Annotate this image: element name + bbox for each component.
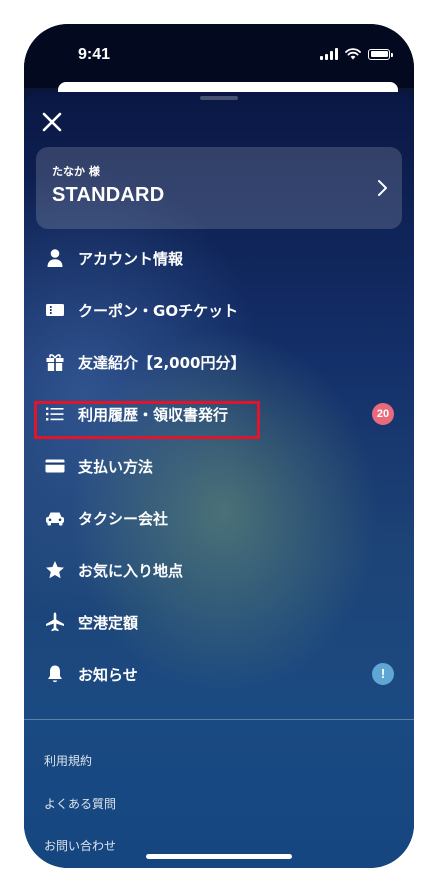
credit-card-icon xyxy=(44,455,66,477)
status-bar: 9:41 xyxy=(24,24,414,88)
menu-label: アカウント情報 xyxy=(78,250,184,268)
menu-item-referral[interactable]: 友達紹介【2,000円分】 xyxy=(24,336,414,388)
chevron-right-icon xyxy=(378,180,387,196)
signal-icon xyxy=(320,48,338,60)
gift-icon xyxy=(44,351,66,373)
terms-link[interactable]: 利用規約 xyxy=(44,752,92,769)
menu-item-coupons[interactable]: クーポン・GOチケット xyxy=(24,284,414,336)
menu-item-taxi-companies[interactable]: タクシー会社 xyxy=(24,492,414,544)
menu-item-payment[interactable]: 支払い方法 xyxy=(24,440,414,492)
menu-item-airport-flat-rate[interactable]: 空港定額 xyxy=(24,596,414,648)
car-icon xyxy=(44,507,66,529)
airplane-icon xyxy=(44,611,66,633)
person-icon xyxy=(44,247,66,269)
highlight-box xyxy=(34,401,260,439)
faq-link[interactable]: よくある質問 xyxy=(44,795,116,812)
side-menu-sheet: たなか 様 STANDARD アカウント情報 クーポン・GOチケット 友達紹介【… xyxy=(24,92,414,868)
menu-label: 友達紹介【2,000円分】 xyxy=(78,354,246,372)
ticket-icon xyxy=(44,299,66,321)
wifi-icon xyxy=(345,48,361,60)
menu-item-account[interactable]: アカウント情報 xyxy=(24,232,414,284)
menu-label: 支払い方法 xyxy=(78,458,154,476)
bell-icon xyxy=(44,663,66,685)
menu-item-notifications[interactable]: お知らせ ! xyxy=(24,648,414,700)
menu-label: クーポン・GOチケット xyxy=(78,302,239,320)
status-time: 9:41 xyxy=(78,46,111,63)
profile-card[interactable]: たなか 様 STANDARD xyxy=(36,147,402,229)
menu-divider xyxy=(24,719,414,720)
membership-plan: STANDARD xyxy=(52,184,165,206)
close-icon xyxy=(42,112,62,132)
home-indicator xyxy=(146,854,292,859)
close-button[interactable] xyxy=(38,108,66,136)
status-icons xyxy=(320,48,393,60)
menu-label: お気に入り地点 xyxy=(78,562,184,580)
contact-link[interactable]: お問い合わせ xyxy=(44,837,116,854)
menu-item-favorite-places[interactable]: お気に入り地点 xyxy=(24,544,414,596)
menu-label: タクシー会社 xyxy=(78,510,169,528)
notification-count-badge: 20 xyxy=(372,403,394,425)
sheet-handle[interactable] xyxy=(200,96,238,100)
info-badge: ! xyxy=(372,663,394,685)
phone-frame: 9:41 たなか 様 STANDARD アカウント情報 クーポン・GOチケット … xyxy=(24,24,414,868)
battery-icon xyxy=(368,48,393,60)
menu-label: お知らせ xyxy=(78,666,138,684)
star-icon xyxy=(44,559,66,581)
menu-label: 空港定額 xyxy=(78,614,139,632)
profile-name: たなか 様 xyxy=(52,165,100,178)
